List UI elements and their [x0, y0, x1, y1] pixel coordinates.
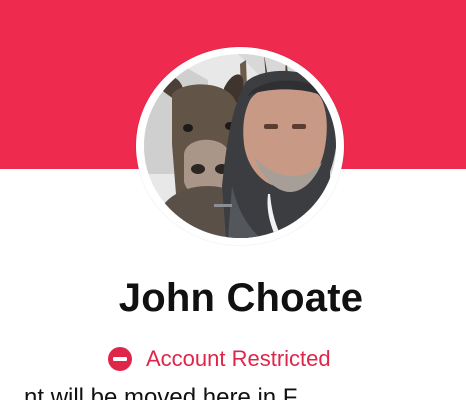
account-status: Account Restricted [108, 342, 331, 376]
profile-name: John Choate [118, 276, 364, 320]
account-status-label: Account Restricted [146, 346, 331, 371]
minus-circle-icon [108, 347, 132, 371]
avatar[interactable] [144, 54, 336, 238]
profile-photo [144, 54, 336, 238]
profile-screen: John Choate Account Restricted ...nt wil… [0, 0, 466, 400]
truncated-description: ...nt will be moved here in F... [4, 384, 315, 400]
